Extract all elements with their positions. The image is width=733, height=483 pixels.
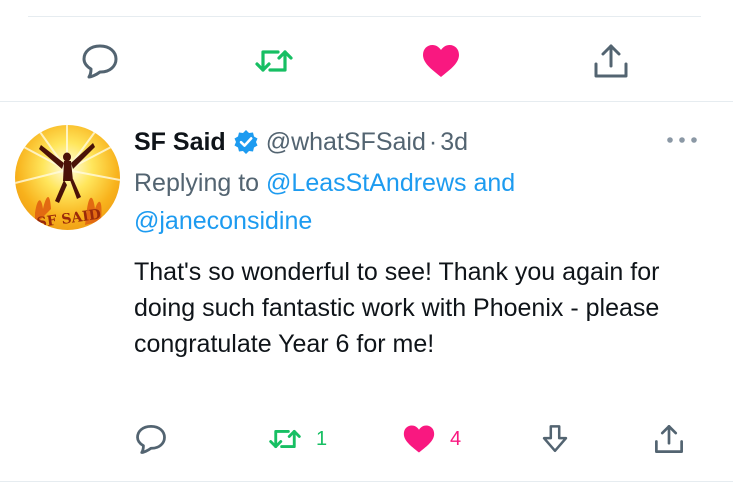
separator-dot: ·	[428, 127, 438, 156]
prev-like-button[interactable]	[419, 42, 463, 80]
mention-janeconsidine[interactable]: @janeconsidine	[134, 207, 312, 235]
bottom-divider	[0, 481, 733, 482]
share-icon	[594, 44, 628, 78]
tweet-divider	[0, 101, 733, 102]
prev-retweet-button[interactable]	[252, 42, 296, 80]
replying-to-label: Replying to	[134, 169, 267, 197]
like-count: 4	[450, 427, 462, 450]
top-divider	[28, 16, 701, 17]
verified-badge-icon	[233, 129, 259, 155]
downvote-button[interactable]	[538, 422, 572, 456]
arrow-down-icon	[542, 425, 568, 453]
like-icon	[403, 425, 435, 453]
share-button[interactable]	[652, 422, 686, 456]
phoenix-avatar-image: SF SAID	[15, 125, 120, 230]
more-options-button[interactable]	[664, 128, 700, 152]
prev-reply-button[interactable]	[80, 42, 120, 80]
avatar[interactable]: SF SAID	[15, 125, 120, 230]
mention-leasstandrews[interactable]: @LeasStAndrews	[266, 169, 466, 197]
retweet-button[interactable]: 1	[266, 422, 327, 456]
author-name[interactable]: SF Said	[134, 128, 226, 157]
reply-button[interactable]	[134, 422, 168, 456]
author-handle[interactable]: @whatSFSaid	[266, 128, 426, 157]
retweet-count: 1	[316, 427, 328, 450]
retweet-icon	[269, 429, 301, 449]
timestamp[interactable]: 3d	[440, 128, 468, 157]
mention-joiner: and	[466, 169, 516, 197]
replying-to: Replying to @LeasStAndrews and @janecons…	[134, 164, 694, 240]
share-icon	[655, 425, 683, 453]
retweet-icon	[255, 50, 293, 72]
tweet-header: SF Said @whatSFSaid · 3d	[134, 122, 468, 162]
like-icon	[423, 45, 459, 77]
tweet-text: That's so wonderful to see! Thank you ag…	[134, 258, 660, 358]
more-horizontal-icon	[667, 137, 697, 143]
like-button[interactable]: 4	[400, 422, 461, 456]
prev-share-button[interactable]	[591, 42, 631, 80]
reply-icon	[136, 424, 166, 454]
reply-icon	[82, 44, 118, 79]
